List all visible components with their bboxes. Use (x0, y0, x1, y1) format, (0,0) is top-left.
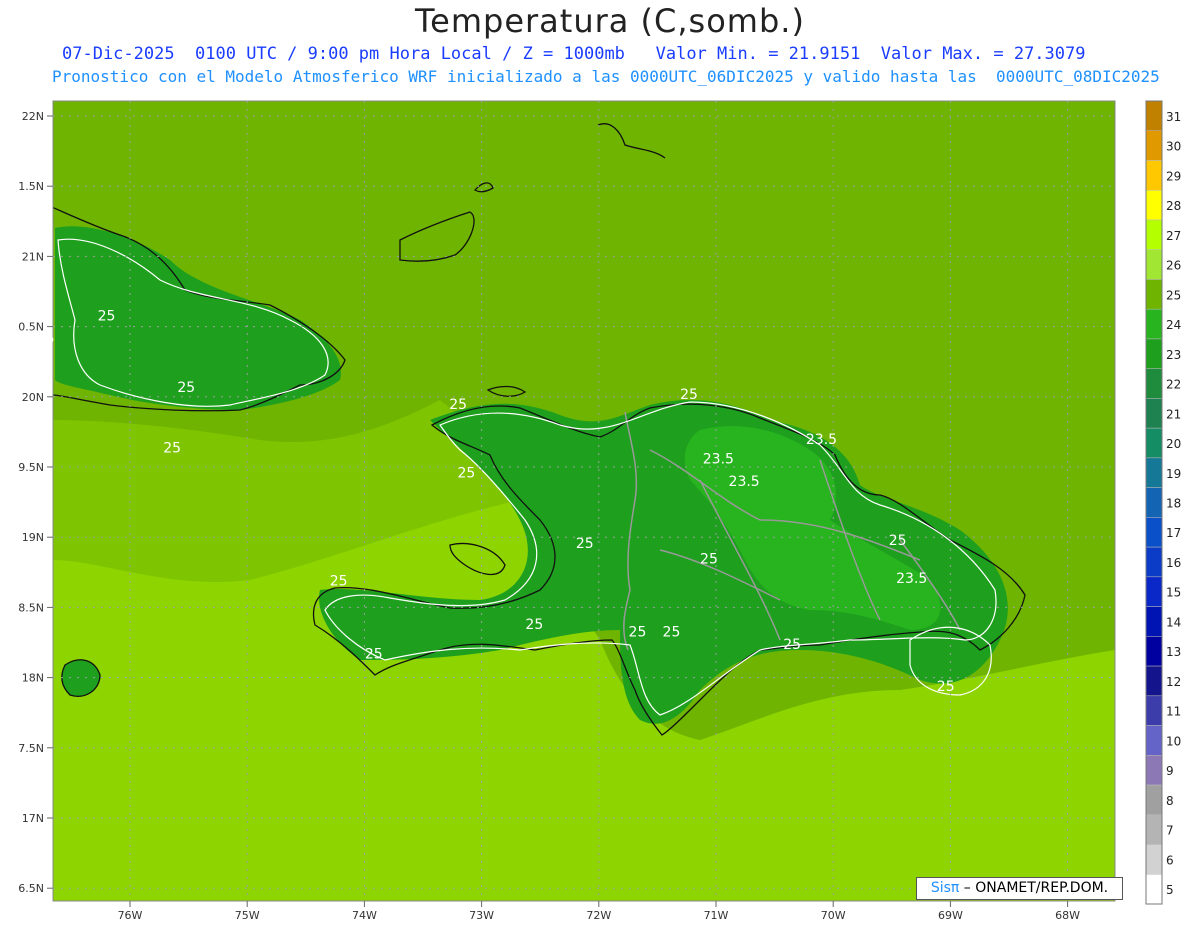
contour-label: 25 (889, 533, 907, 549)
lat-tick-label: 6.5N (18, 882, 44, 895)
colorbar-label: 29 (1166, 169, 1181, 183)
lat-tick-label: 9.5N (18, 461, 44, 474)
colorbar-label: 17 (1166, 526, 1181, 540)
colorbar-swatch (1145, 130, 1163, 161)
lat-tick-label: 22N (22, 110, 44, 123)
contour-label: 25 (98, 308, 116, 324)
lat-tick-label: 21N (22, 250, 44, 263)
contour-label: 25 (680, 387, 698, 403)
colorbar-label: 13 (1166, 645, 1181, 659)
lon-tick-label: 68W (1055, 909, 1080, 922)
colorbar-label: 26 (1166, 259, 1181, 273)
colorbar-swatch (1145, 398, 1163, 429)
colorbar-swatch (1145, 100, 1163, 131)
contour-label: 25 (937, 679, 955, 695)
colorbar-swatch (1145, 338, 1163, 369)
colorbar-swatch (1145, 844, 1163, 875)
colorbar-label: 16 (1166, 556, 1181, 570)
colorbar-label: 20 (1166, 437, 1181, 451)
colorbar-swatch (1145, 517, 1163, 548)
lon-tick-label: 73W (469, 909, 494, 922)
contour-label: 23.5 (703, 452, 734, 468)
colorbar-swatch (1145, 636, 1163, 667)
lon-tick-label: 72W (586, 909, 611, 922)
colorbar-label: 24 (1166, 318, 1181, 332)
colorbar-swatch (1145, 814, 1163, 845)
lat-tick-label: 8.5N (18, 601, 44, 614)
colorbar-label: 23 (1166, 348, 1181, 362)
lat-tick-label: 1.5N (18, 180, 44, 193)
colorbar-swatch (1145, 665, 1163, 697)
colorbar-label: 19 (1166, 467, 1181, 481)
colorbar-label: 30 (1166, 140, 1181, 154)
colorbar-swatch (1145, 160, 1163, 191)
contour-label: 25 (163, 440, 181, 456)
colorbar-swatch (1145, 427, 1163, 459)
lat-tick-label: 17N (22, 812, 44, 825)
contour-label: 25 (457, 466, 475, 482)
contour-label: 25 (576, 536, 594, 552)
contour-label: 25 (330, 574, 348, 590)
colorbar-swatch (1145, 755, 1163, 786)
colorbar-swatch (1145, 368, 1163, 399)
colorbar-label: 10 (1166, 734, 1181, 748)
colorbar-label: 5 (1166, 883, 1174, 897)
contour-label: 25 (783, 637, 801, 653)
colorbar-swatch (1145, 606, 1163, 637)
lon-tick-label: 75W (235, 909, 260, 922)
contour-label: 25 (700, 551, 718, 567)
lon-tick-label: 74W (352, 909, 377, 922)
contour-label: 25 (177, 380, 195, 396)
lat-tick-label: 19N (22, 531, 44, 544)
colorbar-label: 22 (1166, 378, 1181, 392)
colorbar-swatch (1145, 784, 1163, 816)
colorbar-label: 15 (1166, 586, 1181, 600)
colorbar-swatch (1145, 308, 1163, 340)
colorbar-swatch (1145, 725, 1163, 756)
lat-tick-label: 18N (22, 672, 44, 685)
colorbar-label: 28 (1166, 199, 1181, 213)
colorbar-swatch (1145, 874, 1163, 905)
contour-label: 25 (365, 647, 383, 663)
credit-box: Sisπ – ONAMET/REP.DOM. (916, 877, 1123, 900)
colorbar-swatch (1145, 546, 1163, 578)
lat-tick-label: 20N (22, 391, 44, 404)
contour-label: 23.5 (896, 571, 927, 587)
contour-label: 25 (37, 331, 55, 347)
colorbar-swatch (1145, 695, 1163, 726)
colorbar-swatch (1145, 576, 1163, 607)
colorbar-swatch (1145, 279, 1163, 310)
contour-label: 25 (629, 624, 647, 640)
credit-text: – ONAMET/REP.DOM. (959, 880, 1109, 896)
colorbar-swatch (1145, 219, 1163, 250)
colorbar-label: 7 (1166, 824, 1174, 838)
colorbar-swatch (1145, 249, 1163, 280)
colorbar-label: 11 (1166, 705, 1181, 719)
lon-tick-label: 69W (938, 909, 963, 922)
colorbar-label: 6 (1166, 853, 1174, 867)
colorbar-label: 14 (1166, 615, 1181, 629)
lon-tick-label: 70W (821, 909, 846, 922)
colorbar-swatch (1145, 189, 1163, 221)
colorbar-label: 9 (1166, 764, 1174, 778)
colorbar-label: 21 (1166, 407, 1181, 421)
colorbar-label: 18 (1166, 497, 1181, 511)
colorbar-label: 12 (1166, 675, 1181, 689)
lon-tick-label: 71W (704, 909, 729, 922)
lat-tick-label: 7.5N (18, 742, 44, 755)
lon-tick-label: 76W (118, 909, 143, 922)
colorbar-label: 8 (1166, 794, 1174, 808)
colorbar-label: 25 (1166, 288, 1181, 302)
contour-label: 23.5 (729, 474, 760, 490)
colorbar-label: 27 (1166, 229, 1181, 243)
contour-label: 23.5 (806, 432, 837, 448)
colorbar-swatch (1145, 487, 1163, 518)
contour-label: 25 (663, 624, 681, 640)
colorbar-swatch (1145, 457, 1163, 488)
contour-label: 25 (449, 397, 467, 413)
sispi-logo-text: Sisπ (930, 880, 960, 896)
temperature-map: 22N1.5N21N0.5N20N9.5N19N8.5N18N7.5N17N6.… (18, 100, 1181, 922)
contour-label: 25 (525, 617, 543, 633)
colorbar-label: 31 (1166, 110, 1181, 124)
